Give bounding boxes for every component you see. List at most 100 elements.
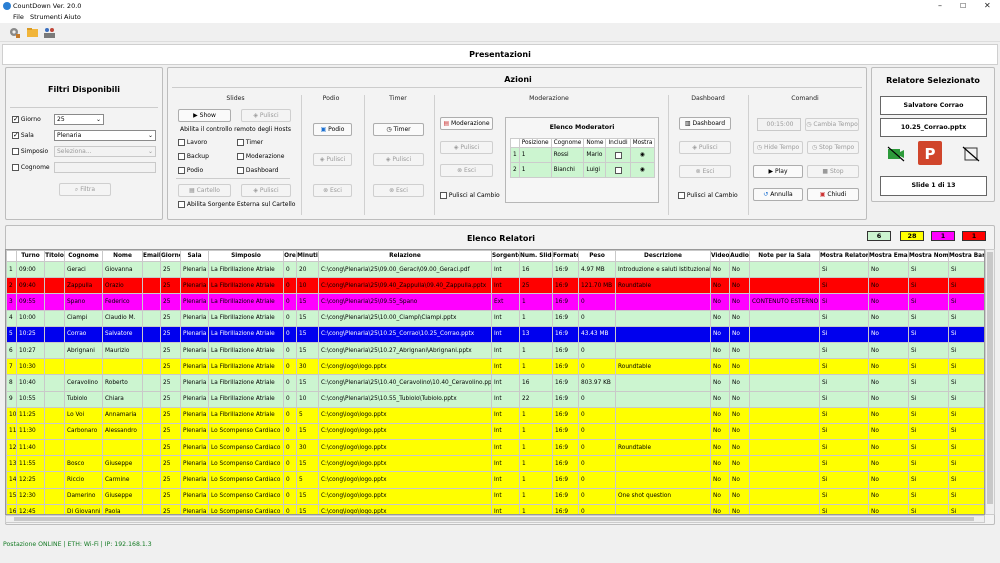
eye-icon[interactable]: ◉ — [629, 147, 656, 163]
podio-pulisci-button[interactable]: ◈ Pulisci — [313, 153, 352, 166]
table-row[interactable]: 14 12:25 Riccio Carmine 25 Plenaria Lo Scompen… — [6, 471, 984, 489]
filtra-button[interactable]: ⌕ Filtra — [59, 183, 111, 196]
timer-checkbox[interactable] — [237, 139, 244, 146]
cartello-pulisci-button[interactable]: ◈ Pulisci — [241, 184, 291, 197]
dashboard-button[interactable]: ▥ Dashboard — [679, 117, 731, 130]
play-button[interactable]: ▶ Play — [753, 165, 803, 178]
vertical-scrollbar[interactable] — [985, 249, 995, 515]
giorno-checkbox[interactable] — [12, 115, 19, 123]
lavoro-checkbox[interactable] — [178, 139, 185, 146]
table-row[interactable]: 5 10:25 Corrao Salvatore 25 Plenaria La Fibril… — [6, 325, 984, 343]
simposio-checkbox[interactable] — [12, 148, 19, 155]
column-header[interactable]: Mostra Email — [868, 250, 909, 262]
show-button[interactable]: ▶ Show — [178, 109, 231, 122]
column-header[interactable]: Relazione — [318, 250, 492, 262]
column-header[interactable]: Mostra Barra — [948, 250, 984, 262]
table-row[interactable]: 13 11:55 Bosco Giuseppe 25 Plenaria Lo Scompen… — [6, 455, 984, 473]
table-row[interactable]: 2 09:40 Zappulla Orazio 25 Plenaria La Fibrill… — [6, 277, 984, 295]
slides-pulisci-button[interactable]: ◈ Pulisci — [241, 109, 291, 122]
time-input[interactable]: 00:15:00 — [757, 118, 801, 131]
table-row[interactable]: 7 10:30 25 Plenaria La Fibrillazione Atriale… — [6, 358, 984, 376]
podio-checkbox[interactable] — [178, 167, 185, 174]
moderator-row[interactable]: 1 1 Rossi Mario ◉ — [510, 147, 656, 163]
minimize-icon[interactable]: – — [938, 1, 942, 10]
table-row[interactable]: 10 11:25 Lo Voi Annamaria 25 Plenaria La Fibri… — [6, 406, 984, 424]
column-header[interactable]: Cognome — [64, 250, 103, 262]
cognome-checkbox[interactable] — [12, 164, 19, 171]
powerpoint-icon[interactable]: P — [917, 140, 943, 166]
users-icon[interactable] — [43, 26, 56, 39]
column-header[interactable]: Giorno — [160, 250, 181, 262]
column-header[interactable]: Mostra Relatore — [819, 250, 869, 262]
folder-icon[interactable] — [26, 26, 39, 39]
moderator-row[interactable]: 2 1 Bianchi Luigi ◉ — [510, 162, 656, 178]
giorno-select[interactable]: 25 ⌄ — [54, 114, 104, 125]
dashboard-esci-button[interactable]: ⊗ Esci — [679, 165, 731, 178]
column-header[interactable]: Email — [142, 250, 161, 262]
dashboard-pulisci-cambio-checkbox[interactable] — [678, 192, 685, 199]
moderazione-esci-button[interactable]: ⊗ Esci — [440, 164, 493, 177]
column-header[interactable]: Sorgente — [491, 250, 520, 262]
cartello-button[interactable]: ▦ Cartello — [178, 184, 231, 197]
eye-icon[interactable]: ◉ — [629, 162, 656, 178]
table-row[interactable]: 12 11:40 25 Plenaria Lo Scompenso Cardiaco 0 3… — [6, 439, 984, 457]
sala-checkbox[interactable] — [12, 131, 19, 139]
table-row[interactable]: 9 10:55 Tubiolo Chiara 25 Plenaria La Fibrilla… — [6, 390, 984, 408]
column-header[interactable]: Peso — [578, 250, 616, 262]
moderazione-pulisci-button[interactable]: ◈ Pulisci — [440, 141, 493, 154]
maximize-icon[interactable]: ☐ — [960, 2, 966, 10]
chiudi-button[interactable]: ▣ Chiudi — [807, 188, 859, 201]
no-video-icon[interactable] — [887, 146, 905, 162]
scroll-thumb[interactable] — [14, 517, 974, 521]
column-header[interactable]: Titolo — [44, 250, 65, 262]
simposio-select[interactable]: Seleziona... ⌄ — [54, 146, 156, 157]
table-row[interactable]: 1 09:00 Geraci Giovanna 25 Plenaria La Fibrill… — [6, 260, 984, 279]
scroll-thumb[interactable] — [987, 252, 993, 504]
column-header[interactable]: Num. Slide — [519, 250, 553, 262]
no-screen-icon[interactable] — [962, 146, 980, 162]
timer-button[interactable]: ◷ Timer — [373, 123, 424, 136]
close-icon[interactable]: ✕ — [984, 1, 991, 10]
stop-tempo-button[interactable]: ◷ Stop Tempo — [807, 141, 859, 154]
hide-tempo-button[interactable]: ◷ Hide Tempo — [753, 141, 803, 154]
includi-checkbox[interactable] — [614, 151, 622, 159]
column-header[interactable]: Descrizione — [615, 250, 711, 262]
column-header[interactable]: Ore — [283, 250, 297, 262]
column-header[interactable]: Simposio — [208, 250, 284, 262]
stop-button[interactable]: ■ Stop — [807, 165, 859, 178]
backup-checkbox[interactable] — [178, 153, 185, 160]
moderazione-pulisci-cambio-checkbox[interactable] — [440, 192, 447, 199]
dashboard-checkbox[interactable] — [237, 167, 244, 174]
moderazione-button[interactable]: ▤ Moderazione — [440, 117, 493, 130]
column-header[interactable]: Sala — [180, 250, 209, 262]
sala-select[interactable]: Plenaria ⌄ — [54, 130, 156, 141]
table-row[interactable]: 15 12:30 Damerino Giuseppe 25 Plenaria Lo Scom… — [6, 487, 984, 505]
settings-icon[interactable] — [8, 26, 21, 39]
annulla-button[interactable]: ↺ Annulla — [753, 188, 803, 201]
moderazione-checkbox[interactable] — [237, 153, 244, 160]
column-header[interactable]: Note per la Sala — [749, 250, 820, 262]
timer-esci-button[interactable]: ⊗ Esci — [373, 184, 424, 197]
abilita-sorgente-checkbox[interactable] — [178, 201, 185, 208]
table-row[interactable]: 4 10:00 Ciampi Claudio M. 25 Plenaria La Fibri… — [6, 309, 984, 327]
podio-button[interactable]: ▣ Podio — [313, 123, 352, 136]
column-header[interactable]: Mostra Nome — [908, 250, 949, 262]
table-row[interactable]: 3 09:55 Spano Federico 25 Plenaria La Fibrilla… — [6, 293, 984, 311]
includi-checkbox[interactable] — [614, 166, 622, 174]
menu-strumenti[interactable]: Strumenti — [30, 13, 62, 21]
podio-esci-button[interactable]: ⊗ Esci — [313, 184, 352, 197]
horizontal-scrollbar[interactable] — [5, 515, 985, 523]
menu-aiuto[interactable]: Aiuto — [64, 13, 81, 21]
column-header[interactable]: Formato — [552, 250, 579, 262]
timer-pulisci-button[interactable]: ◈ Pulisci — [373, 153, 424, 166]
table-row[interactable]: 11 11:30 Carbonaro Alessandro 25 Plenaria Lo S… — [6, 422, 984, 441]
table-row[interactable]: 16 12:45 Di Giovanni Paola 25 Plenaria Lo Scom… — [6, 503, 984, 514]
dashboard-pulisci-button[interactable]: ◈ Pulisci — [679, 141, 731, 154]
column-header[interactable] — [6, 250, 17, 262]
table-row[interactable]: 6 10:27 Abrignani Maurizio 25 Plenaria La Fibr… — [6, 341, 984, 360]
menu-file[interactable]: File — [13, 13, 24, 21]
column-header[interactable]: Minuti — [296, 250, 319, 262]
column-header[interactable]: Turno — [16, 250, 45, 262]
cognome-input[interactable] — [54, 162, 156, 173]
column-header[interactable]: Video — [710, 250, 730, 262]
